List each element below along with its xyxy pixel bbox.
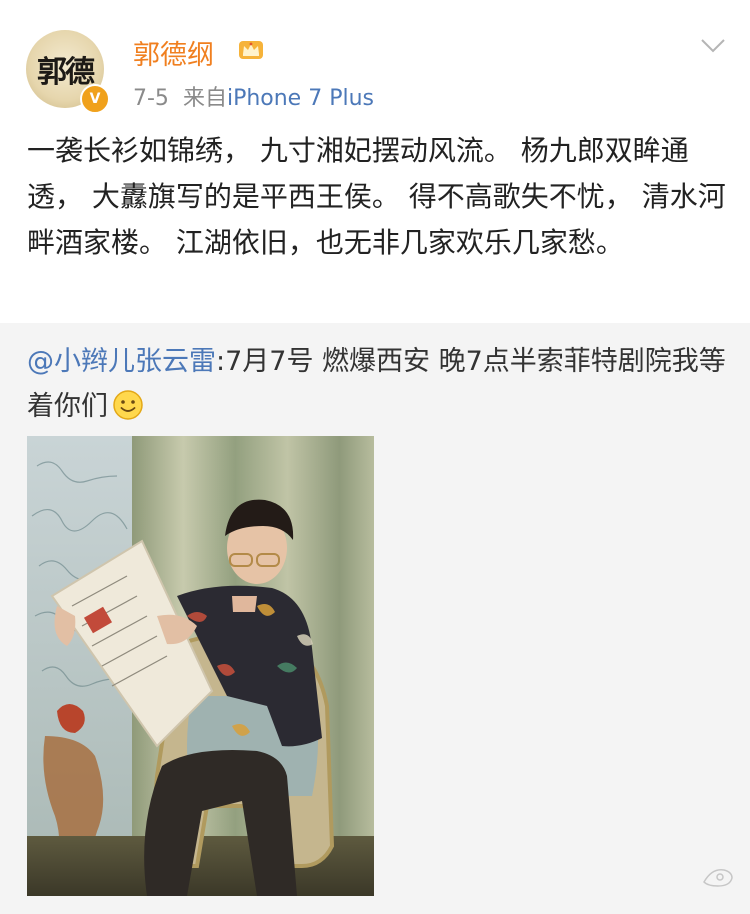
post-header: 郭德 V 郭德纲 7-5 来自iPhone 7 Plus: [0, 0, 750, 120]
post-date: 7-5: [133, 86, 169, 111]
post-body: 一袭长衫如锦绣， 九寸湘妃摆动风流。 杨九郎双眸通透， 大纛旗写的是平西王侯。 …: [27, 134, 726, 259]
verified-badge: V: [80, 84, 110, 114]
source-prefix: 来自: [182, 86, 227, 111]
repost-box[interactable]: @小辫儿张云雷:7月7号 燃爆西安 晚7点半索菲特剧院我等着你们: [0, 323, 750, 914]
post-meta: 7-5 来自iPhone 7 Plus: [133, 80, 374, 112]
source-device[interactable]: iPhone 7 Plus: [227, 86, 374, 111]
username[interactable]: 郭德纲: [133, 33, 214, 72]
repost-photo[interactable]: [27, 436, 374, 896]
camera-watermark-icon: [703, 869, 733, 887]
repost-mention[interactable]: @小辫儿张云雷: [27, 346, 216, 377]
chevron-down-icon[interactable]: [700, 38, 726, 54]
repost-text: @小辫儿张云雷:7月7号 燃爆西安 晚7点半索菲特剧院我等着你们: [27, 339, 727, 429]
crown-icon: [239, 41, 263, 59]
smile-icon: [113, 390, 143, 420]
